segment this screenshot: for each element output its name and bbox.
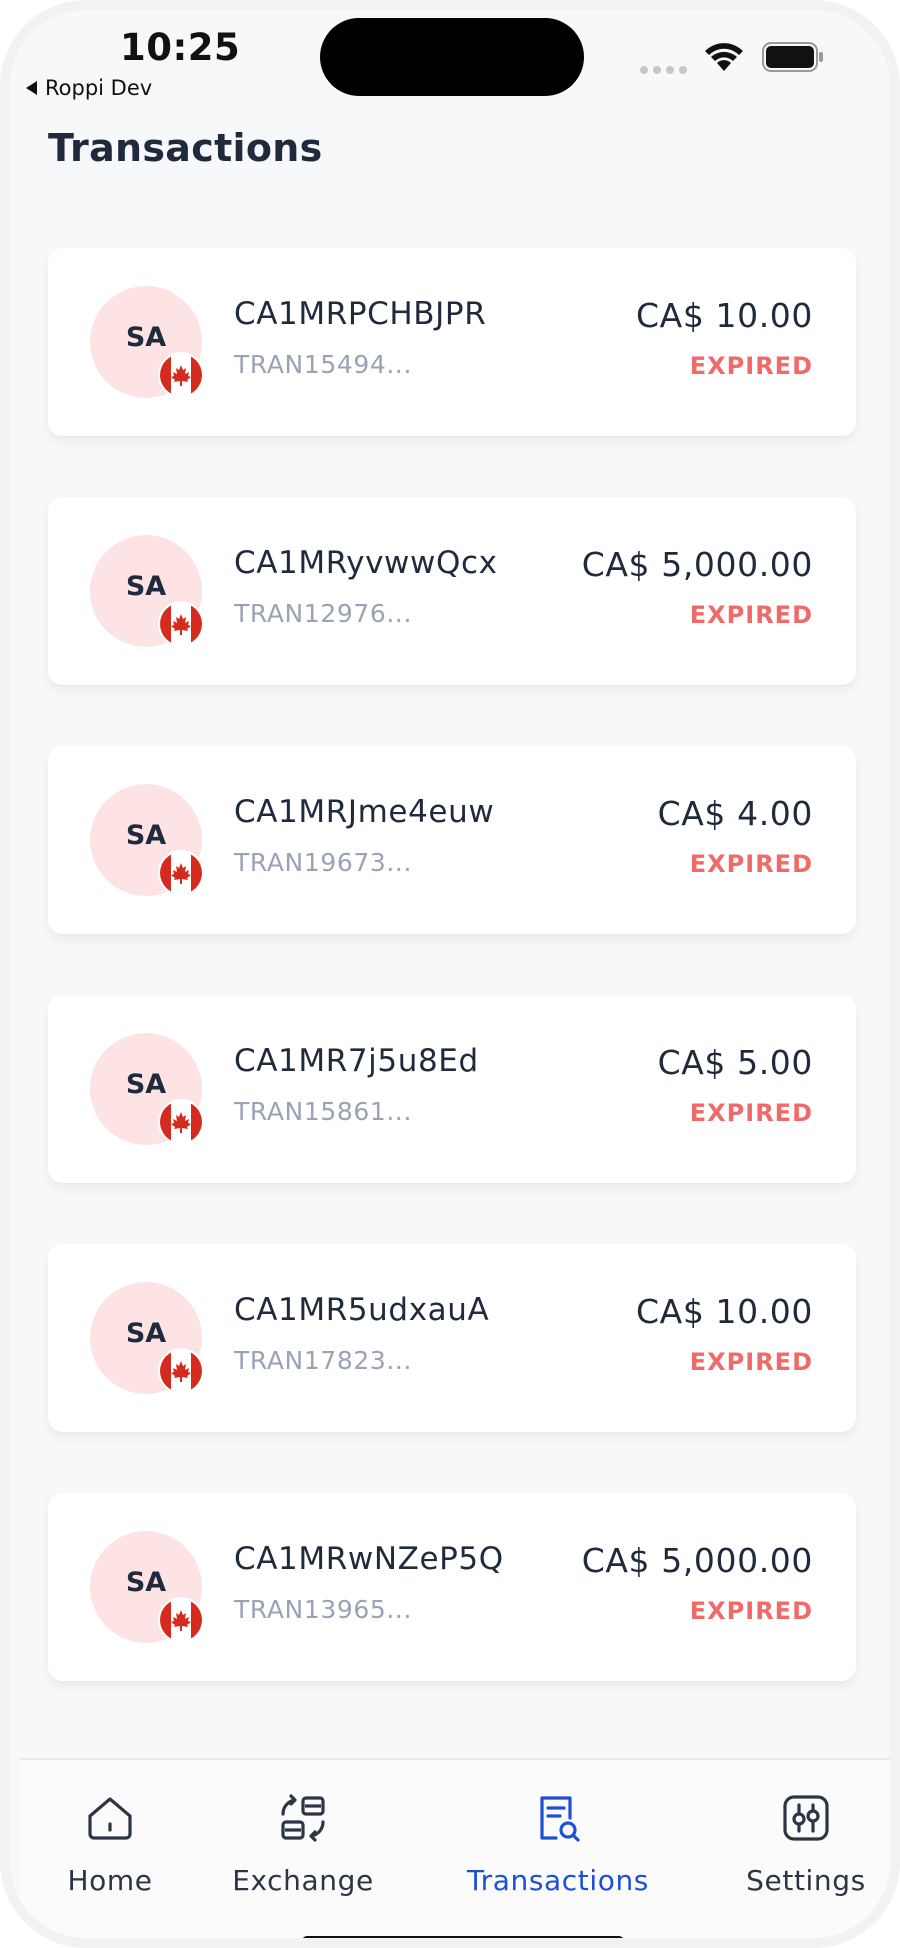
- dynamic-island: [320, 18, 584, 96]
- back-arrow-icon: [26, 81, 37, 95]
- tab-bar: Home Exchange Transactions Settings: [20, 1758, 890, 1938]
- transaction-id: TRAN15494...: [234, 350, 413, 379]
- canada-flag-icon: [158, 850, 204, 896]
- status-badge: EXPIRED: [689, 1597, 813, 1625]
- transaction-reference: CA1MRwNZeP5Q: [234, 1541, 504, 1577]
- sliders-icon: [783, 1795, 829, 1841]
- tab-settings[interactable]: Settings: [706, 1790, 890, 1897]
- receipt-search-icon: [540, 1796, 580, 1842]
- tab-settings-label: Settings: [746, 1864, 866, 1897]
- transaction-amount: CA$ 5.00: [657, 1043, 813, 1082]
- transaction-card[interactable]: SA CA1MR5udxauA TRAN17823... CA$ 10.00 E…: [48, 1244, 856, 1432]
- tab-home[interactable]: Home: [10, 1790, 210, 1897]
- status-badge: EXPIRED: [689, 1099, 813, 1127]
- transaction-id: TRAN13965...: [234, 1595, 413, 1624]
- avatar-initials: SA: [125, 1567, 167, 1598]
- transaction-list: SA CA1MRPCHBJPR TRAN15494... CA$ 10.00 E…: [48, 248, 856, 1742]
- canada-flag-icon: [158, 1099, 204, 1145]
- transaction-card[interactable]: SA CA1MRyvwwQcx TRAN12976... CA$ 5,000.0…: [48, 497, 856, 685]
- tab-transactions-label: Transactions: [467, 1864, 649, 1897]
- transaction-id: TRAN19673...: [234, 848, 413, 877]
- transaction-amount: CA$ 4.00: [657, 794, 813, 833]
- home-indicator[interactable]: [302, 1936, 624, 1938]
- transaction-reference: CA1MRJme4euw: [234, 794, 495, 830]
- exchange-icon: [281, 1794, 325, 1842]
- avatar: SA: [90, 286, 204, 398]
- transaction-amount: CA$ 5,000.00: [581, 545, 813, 584]
- transaction-reference: CA1MRyvwwQcx: [234, 545, 498, 581]
- home-icon: [88, 1797, 132, 1840]
- page-title: Transactions: [48, 126, 323, 170]
- avatar-initials: SA: [125, 1318, 167, 1349]
- status-badge: EXPIRED: [689, 850, 813, 878]
- status-badge: EXPIRED: [689, 352, 813, 380]
- tab-transactions[interactable]: Transactions: [458, 1790, 658, 1897]
- avatar: SA: [90, 1531, 204, 1643]
- battery-icon: [762, 42, 823, 72]
- avatar: SA: [90, 1033, 204, 1145]
- wifi-icon: [705, 43, 743, 71]
- tab-exchange[interactable]: Exchange: [203, 1790, 403, 1897]
- tab-exchange-label: Exchange: [232, 1864, 374, 1897]
- transaction-amount: CA$ 10.00: [636, 1292, 813, 1331]
- transaction-reference: CA1MR7j5u8Ed: [234, 1043, 479, 1079]
- transaction-reference: CA1MR5udxauA: [234, 1292, 490, 1328]
- transaction-card[interactable]: SA CA1MR7j5u8Ed TRAN15861... CA$ 5.00 EX…: [48, 995, 856, 1183]
- avatar-initials: SA: [125, 1069, 167, 1100]
- canada-flag-icon: [158, 1597, 204, 1643]
- transaction-reference: CA1MRPCHBJPR: [234, 296, 487, 332]
- phone-screen: 10:25 Roppi Dev Transactions SA CA1MRPCH…: [0, 0, 900, 1948]
- transaction-card[interactable]: SA CA1MRwNZeP5Q TRAN13965... CA$ 5,000.0…: [48, 1493, 856, 1681]
- avatar: SA: [90, 1282, 204, 1394]
- transaction-id: TRAN17823...: [234, 1346, 413, 1375]
- avatar-initials: SA: [125, 571, 167, 602]
- avatar: SA: [90, 535, 204, 647]
- transaction-amount: CA$ 5,000.00: [581, 1541, 813, 1580]
- transaction-card[interactable]: SA CA1MRJme4euw TRAN19673... CA$ 4.00 EX…: [48, 746, 856, 934]
- canada-flag-icon: [158, 601, 204, 647]
- cellular-signal-icon: [640, 66, 687, 74]
- status-bar: 10:25 Roppi Dev: [10, 10, 890, 120]
- transaction-card[interactable]: SA CA1MRPCHBJPR TRAN15494... CA$ 10.00 E…: [48, 248, 856, 436]
- status-badge: EXPIRED: [689, 601, 813, 629]
- status-badge: EXPIRED: [689, 1348, 813, 1376]
- avatar-initials: SA: [125, 322, 167, 353]
- transaction-id: TRAN15861...: [234, 1097, 413, 1126]
- avatar-initials: SA: [125, 820, 167, 851]
- transaction-amount: CA$ 10.00: [636, 296, 813, 335]
- back-to-app-link[interactable]: Roppi Dev: [26, 76, 152, 100]
- tab-home-label: Home: [67, 1864, 153, 1897]
- canada-flag-icon: [158, 1348, 204, 1394]
- status-time: 10:25: [120, 26, 241, 69]
- canada-flag-icon: [158, 352, 204, 398]
- transaction-id: TRAN12976...: [234, 599, 413, 628]
- back-app-label: Roppi Dev: [45, 76, 153, 100]
- avatar: SA: [90, 784, 204, 896]
